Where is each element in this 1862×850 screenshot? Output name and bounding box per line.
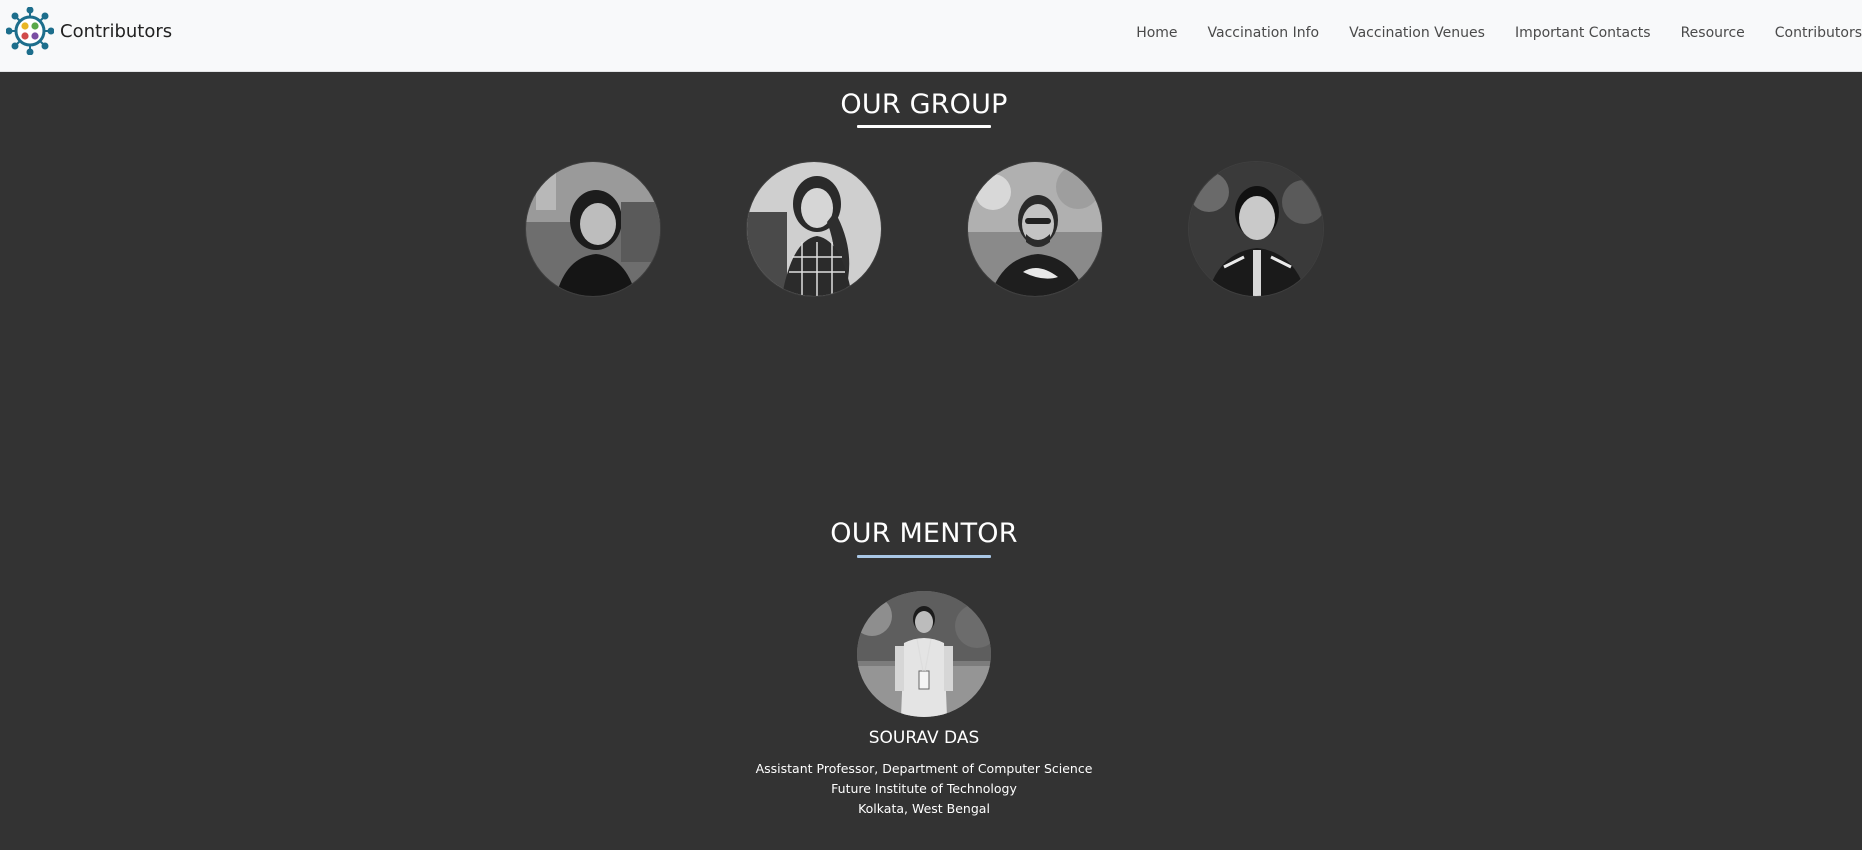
mentor-designation: Assistant Professor, Department of Compu… (755, 761, 1093, 776)
nav-vaccination-info[interactable]: Vaccination Info (1208, 25, 1320, 41)
mentor-title: OUR MENTOR (830, 518, 1018, 549)
brand-link[interactable]: Contributors (6, 7, 172, 55)
mentor-photo (857, 591, 991, 717)
member-photo-3 (968, 162, 1102, 296)
nav-home[interactable]: Home (1136, 25, 1177, 41)
nav-links: Home Vaccination Info Vaccination Venues… (1106, 0, 1862, 66)
nav-important-contacts[interactable]: Important Contacts (1515, 25, 1651, 41)
member-photo-1 (526, 162, 660, 296)
member-photo-4 (1189, 162, 1323, 296)
group-title: OUR GROUP (840, 89, 1008, 120)
mentor-title-underline (857, 555, 991, 558)
navbar: Contributors Home Vaccination Info Vacci… (0, 0, 1862, 72)
brand-title: Contributors (60, 20, 173, 42)
nav-vaccination-venues[interactable]: Vaccination Venues (1349, 25, 1485, 41)
virus-logo-icon (6, 7, 54, 55)
nav-resource[interactable]: Resource (1681, 25, 1745, 41)
group-title-underline (857, 125, 991, 128)
mentor-location: Kolkata, West Bengal (858, 801, 990, 816)
mentor-institution: Future Institute of Technology (831, 781, 1017, 796)
nav-contributors[interactable]: Contributors (1775, 25, 1862, 41)
member-photo-2 (747, 162, 881, 296)
mentor-name: SOURAV DAS (868, 728, 980, 748)
